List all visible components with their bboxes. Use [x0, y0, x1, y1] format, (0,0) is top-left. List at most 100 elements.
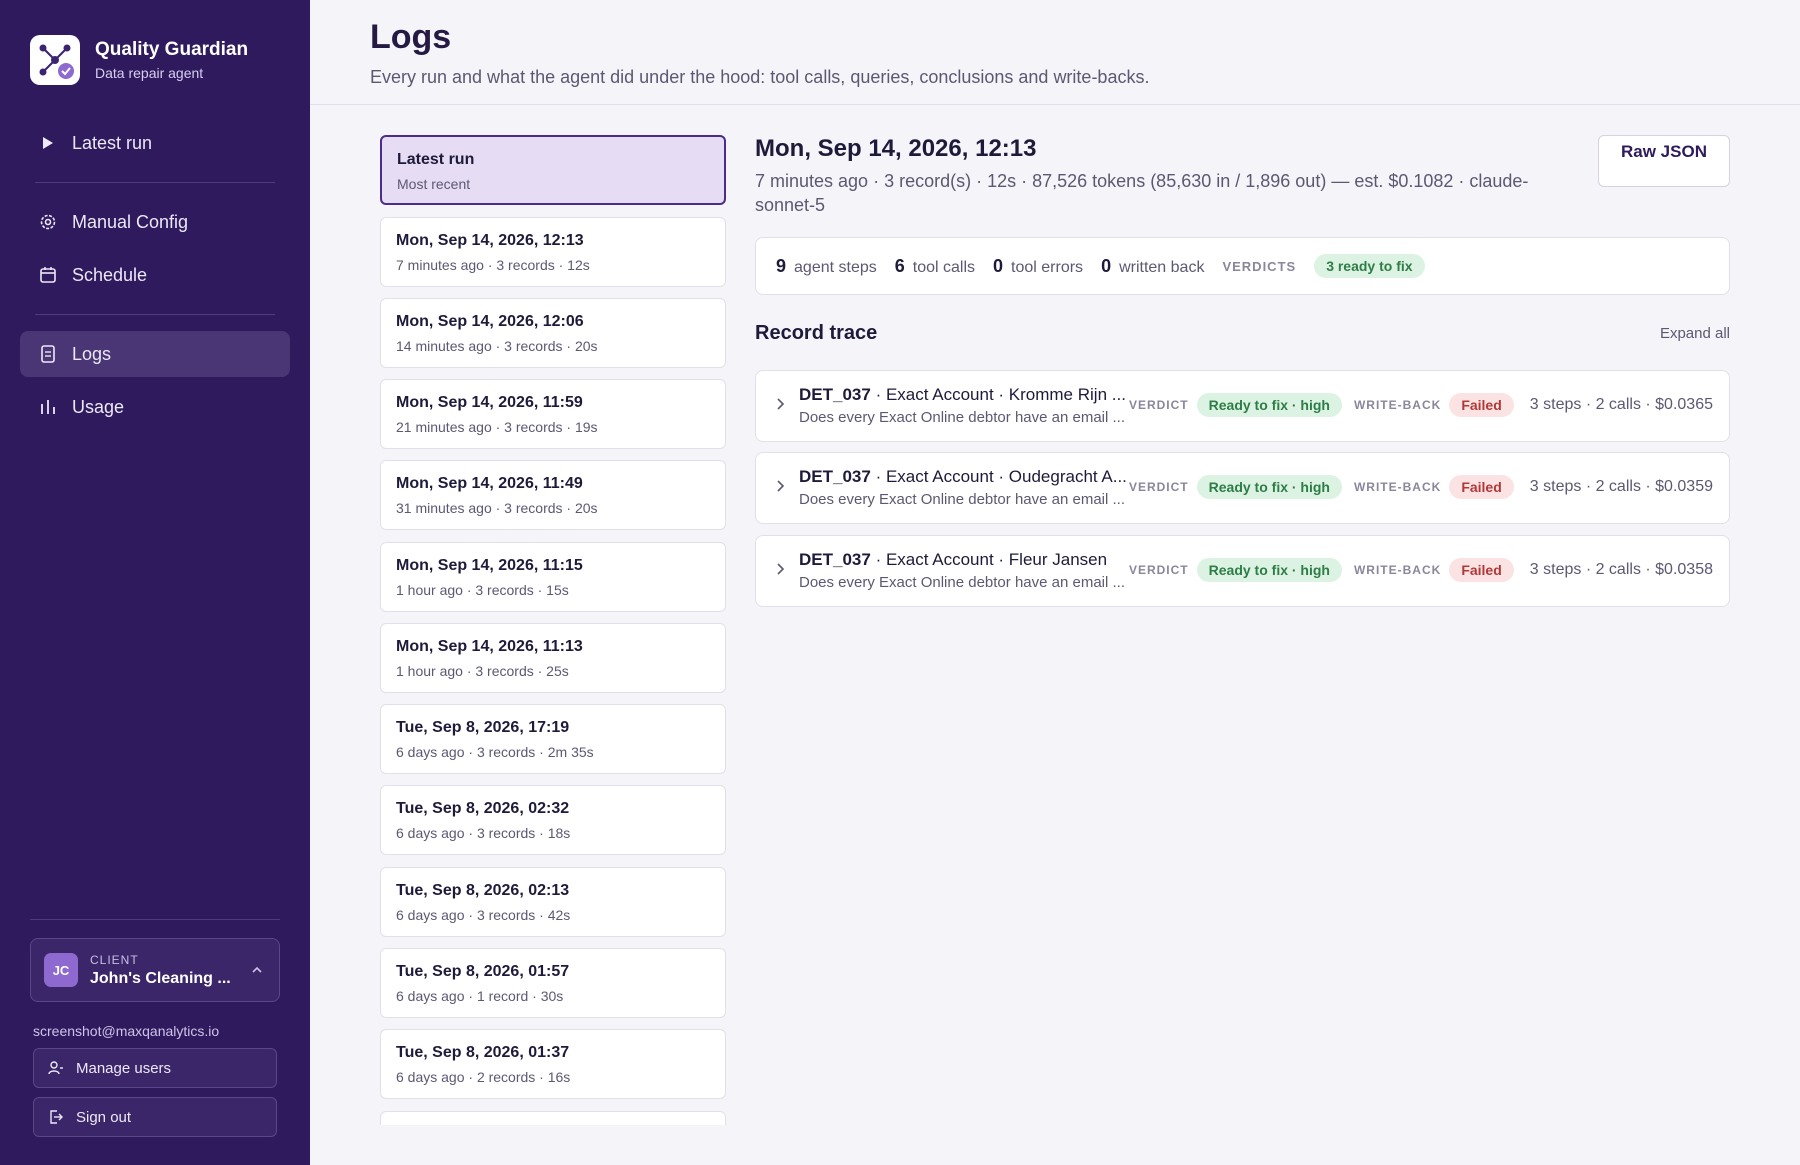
- run-card[interactable]: Mon, Sep 14, 2026, 12:06 14 minutes ago …: [380, 298, 726, 368]
- brand-title: Quality Guardian: [95, 39, 249, 60]
- run-title: Latest run: [397, 151, 475, 168]
- nav-latest-run-label: Latest run: [72, 132, 153, 153]
- record-id: DET_037: [799, 550, 871, 569]
- stat-value: 6: [894, 255, 905, 276]
- page-header: Logs Every run and what the agent did un…: [310, 0, 1800, 105]
- brand-logo-icon: [30, 35, 80, 85]
- run-detail-meta: 7 minutes ago · 3 record(s) · 12s · 87,5…: [755, 171, 1529, 215]
- expand-all-link[interactable]: Expand all: [1660, 325, 1730, 342]
- record-id: DET_037: [799, 385, 871, 404]
- calendar-icon: [38, 265, 58, 285]
- writeback-label: WRITE-BACK: [1353, 398, 1442, 412]
- chevron-right-icon[interactable]: [776, 479, 785, 496]
- verdict-label: VERDICT: [1128, 480, 1189, 494]
- run-stats: 9 agent steps 6 tool calls 0 tool errors…: [755, 237, 1730, 295]
- run-card[interactable]: Tue, Sep 8, 2026, 02:13 6 days ago · 3 r…: [380, 867, 726, 937]
- trace-row[interactable]: DET_037 · Exact Account · Oudegracht A..…: [755, 452, 1730, 524]
- writeback-status-badge: Failed: [1449, 558, 1514, 582]
- record-description: · Exact Account · Kromme Rijn ...: [875, 385, 1126, 404]
- stat-written-back: 0 written back: [1101, 256, 1204, 277]
- verdicts-label: VERDICTS: [1222, 258, 1297, 274]
- nav-manual-config[interactable]: Manual Config: [20, 199, 290, 245]
- run-meta: 6 days ago · 1 record · 30s: [396, 988, 564, 1004]
- trace-row[interactable]: DET_037 · Exact Account · Fleur Jansen D…: [755, 535, 1730, 607]
- record-trace-title: Record trace: [755, 322, 878, 344]
- manage-users-button[interactable]: Manage users: [33, 1048, 277, 1088]
- run-card[interactable]: Mon, Sep 14, 2026, 11:15 1 hour ago · 3 …: [380, 542, 726, 612]
- run-card[interactable]: Mon, Sep 14, 2026, 11:13 1 hour ago · 3 …: [380, 623, 726, 693]
- user-email: screenshot@maxqanalytics.io: [33, 1023, 220, 1039]
- nav-schedule-label: Schedule: [72, 264, 148, 285]
- run-title: Mon, Sep 14, 2026, 11:49: [396, 475, 583, 492]
- verdict-label: VERDICT: [1128, 398, 1189, 412]
- sidebar: Quality Guardian Data repair agent Lates…: [0, 0, 310, 1165]
- stat-label: tool calls: [912, 258, 976, 276]
- trace-row[interactable]: DET_037 · Exact Account · Kromme Rijn ..…: [755, 370, 1730, 442]
- run-title: Tue, Sep 8, 2026, 17:19: [396, 719, 570, 736]
- sign-out-label: Sign out: [76, 1108, 132, 1126]
- run-card-partial[interactable]: [380, 1111, 726, 1125]
- verdict-label: VERDICT: [1128, 563, 1189, 577]
- stat-value: 9: [776, 255, 787, 276]
- run-title: Mon, Sep 14, 2026, 11:13: [396, 638, 583, 655]
- run-card[interactable]: Tue, Sep 8, 2026, 17:19 6 days ago · 3 r…: [380, 704, 726, 774]
- writeback-label: WRITE-BACK: [1353, 480, 1442, 494]
- run-meta: 6 days ago · 3 records · 2m 35s: [396, 744, 594, 760]
- record-summary: 3 steps · 2 calls · $0.0358: [1529, 561, 1713, 578]
- sign-out-icon: [48, 1109, 64, 1125]
- client-name: John's Cleaning ...: [90, 969, 231, 987]
- stat-tool-errors: 0 tool errors: [993, 256, 1083, 277]
- record-question: Does every Exact Online debtor have an e…: [799, 491, 1126, 508]
- record-summary: 3 steps · 2 calls · $0.0359: [1529, 478, 1713, 495]
- run-card[interactable]: Tue, Sep 8, 2026, 01:57 6 days ago · 1 r…: [380, 948, 726, 1018]
- chevron-up-icon: [251, 961, 263, 977]
- stat-label: agent steps: [794, 258, 877, 276]
- run-meta: 6 days ago · 2 records · 16s: [396, 1069, 571, 1085]
- run-meta: 7 minutes ago · 3 records · 12s: [396, 257, 590, 273]
- run-title: Mon, Sep 14, 2026, 11:59: [396, 394, 583, 411]
- run-meta: 1 hour ago · 3 records · 15s: [396, 582, 569, 598]
- run-meta: 6 days ago · 3 records · 42s: [396, 907, 571, 923]
- manage-users-label: Manage users: [76, 1059, 172, 1077]
- nav-logs-label: Logs: [72, 343, 112, 364]
- page-subtitle: Every run and what the agent did under t…: [370, 67, 1150, 87]
- nav-manual-config-label: Manual Config: [72, 211, 189, 232]
- run-card[interactable]: Tue, Sep 8, 2026, 02:32 6 days ago · 3 r…: [380, 785, 726, 855]
- chevron-right-icon[interactable]: [776, 397, 785, 414]
- sidebar-divider: [30, 919, 280, 920]
- writeback-status-badge: Failed: [1449, 475, 1514, 499]
- nav-divider: [35, 182, 275, 183]
- run-card[interactable]: Mon, Sep 14, 2026, 11:59 21 minutes ago …: [380, 379, 726, 449]
- stat-tool-calls: 6 tool calls: [895, 256, 975, 277]
- sign-out-button[interactable]: Sign out: [33, 1097, 277, 1137]
- nav-usage[interactable]: Usage: [20, 384, 290, 430]
- nav-schedule[interactable]: Schedule: [20, 252, 290, 298]
- brand: Quality Guardian Data repair agent: [30, 35, 248, 85]
- client-switcher[interactable]: JC CLIENT John's Cleaning ...: [30, 938, 280, 1002]
- stat-agent-steps: 9 agent steps: [776, 256, 877, 277]
- verdict-summary-badge: 3 ready to fix: [1314, 254, 1425, 278]
- chevron-right-icon[interactable]: [776, 562, 785, 579]
- raw-json-button[interactable]: Raw JSON: [1598, 135, 1730, 187]
- nav-logs[interactable]: Logs: [20, 331, 290, 377]
- record-description: · Exact Account · Oudegracht A...: [875, 467, 1127, 486]
- stat-label: written back: [1119, 258, 1205, 276]
- run-meta: 21 minutes ago · 3 records · 19s: [396, 419, 598, 435]
- user-settings-icon: [48, 1060, 64, 1076]
- run-meta: 1 hour ago · 3 records · 25s: [396, 663, 569, 679]
- run-title: Tue, Sep 8, 2026, 02:13: [396, 882, 570, 899]
- run-card-latest[interactable]: Latest run Most recent: [380, 135, 726, 205]
- play-icon: [38, 133, 58, 153]
- run-card[interactable]: Tue, Sep 8, 2026, 01:37 6 days ago · 2 r…: [380, 1029, 726, 1099]
- verdict-badge: Ready to fix · high: [1196, 558, 1342, 582]
- record-description: · Exact Account · Fleur Jansen: [875, 550, 1108, 569]
- writeback-label: WRITE-BACK: [1353, 563, 1442, 577]
- record-summary: 3 steps · 2 calls · $0.0365: [1529, 396, 1713, 413]
- run-meta: 6 days ago · 3 records · 18s: [396, 825, 571, 841]
- nav-latest-run[interactable]: Latest run: [20, 120, 290, 166]
- verdict-badge: Ready to fix · high: [1196, 393, 1342, 417]
- run-title: Mon, Sep 14, 2026, 12:06: [396, 313, 584, 330]
- run-card[interactable]: Mon, Sep 14, 2026, 12:13 7 minutes ago ·…: [380, 217, 726, 287]
- run-card[interactable]: Mon, Sep 14, 2026, 11:49 31 minutes ago …: [380, 460, 726, 530]
- run-meta: 31 minutes ago · 3 records · 20s: [396, 500, 598, 516]
